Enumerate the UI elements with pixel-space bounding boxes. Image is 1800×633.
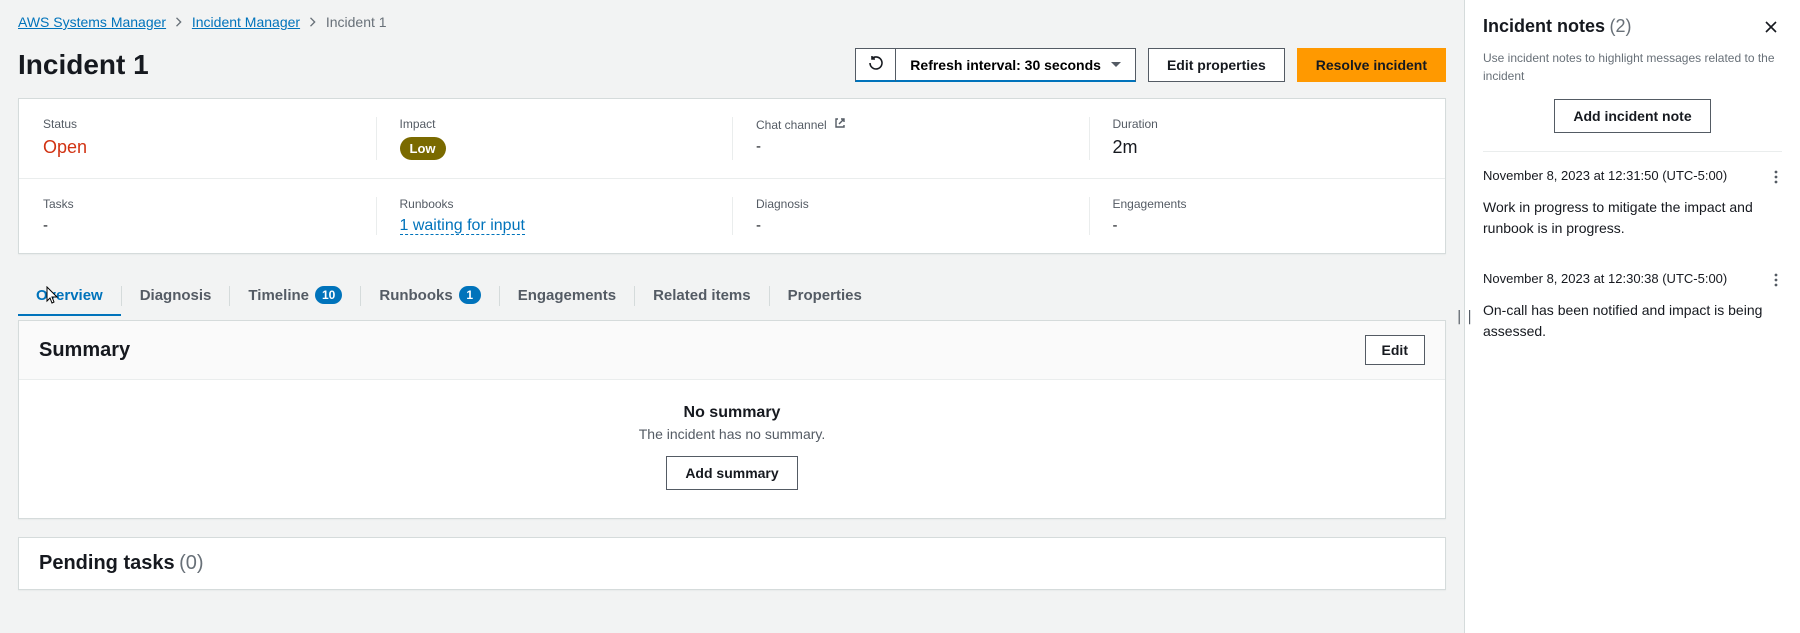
resize-handle[interactable]: || — [1455, 309, 1476, 325]
note-actions-button[interactable] — [1770, 168, 1782, 189]
stat-label: Impact — [400, 117, 709, 131]
refresh-control: Refresh interval: 30 seconds — [855, 48, 1136, 82]
stat-label: Diagnosis — [756, 197, 1065, 211]
stat-value: - — [756, 217, 1065, 234]
refresh-button[interactable] — [855, 48, 895, 82]
stat-diagnosis: Diagnosis - — [732, 179, 1089, 253]
edit-properties-button[interactable]: Edit properties — [1148, 48, 1285, 82]
stat-label: Duration — [1113, 117, 1422, 131]
edit-summary-button[interactable]: Edit — [1365, 335, 1425, 365]
stat-status: Status Open — [19, 99, 376, 178]
tabs: Overview Diagnosis Timeline 10 Runbooks … — [18, 276, 1446, 316]
stat-label: Chat channel — [756, 117, 1065, 132]
stat-label: Engagements — [1113, 197, 1422, 211]
tab-properties[interactable]: Properties — [770, 276, 880, 316]
tab-diagnosis[interactable]: Diagnosis — [122, 276, 230, 316]
resolve-incident-button[interactable]: Resolve incident — [1297, 48, 1446, 82]
incident-notes-title: Incident notes — [1483, 16, 1605, 36]
incident-notes-panel: || Incident notes (2) Use incident notes… — [1464, 0, 1800, 633]
close-icon — [1764, 22, 1778, 37]
stat-engagements: Engagements - — [1089, 179, 1446, 253]
incident-note: November 8, 2023 at 12:30:38 (UTC-5:00) … — [1483, 255, 1782, 358]
runbooks-waiting-link[interactable]: 1 waiting for input — [400, 217, 525, 235]
pending-tasks-card: Pending tasks (0) — [18, 537, 1446, 590]
incident-note-text: Work in progress to mitigate the impact … — [1483, 197, 1782, 239]
refresh-interval-dropdown[interactable]: Refresh interval: 30 seconds — [895, 48, 1136, 82]
no-summary-title: No summary — [39, 404, 1425, 422]
summary-title: Summary — [39, 339, 130, 362]
tab-runbooks[interactable]: Runbooks 1 — [361, 276, 498, 316]
stats-row-1: Status Open Impact Low Chat channel — [19, 99, 1445, 178]
header-actions: Refresh interval: 30 seconds Edit proper… — [855, 48, 1446, 82]
tab-badge: 10 — [315, 286, 342, 304]
close-panel-button[interactable] — [1760, 16, 1782, 41]
breadcrumb-link-systems-manager[interactable]: AWS Systems Manager — [18, 14, 166, 30]
stats-row-2: Tasks - Runbooks 1 waiting for input Dia… — [19, 178, 1445, 253]
pending-tasks-count: (0) — [179, 552, 203, 574]
page-title: Incident 1 — [18, 49, 149, 81]
stat-runbooks: Runbooks 1 waiting for input — [376, 179, 733, 253]
tab-related-items[interactable]: Related items — [635, 276, 769, 316]
incident-notes-description: Use incident notes to highlight messages… — [1483, 49, 1782, 85]
summary-card: Summary Edit No summary The incident has… — [18, 320, 1446, 519]
incident-note-timestamp: November 8, 2023 at 12:30:38 (UTC-5:00) — [1483, 271, 1727, 286]
chevron-right-icon — [304, 14, 322, 30]
breadcrumb-link-incident-manager[interactable]: Incident Manager — [192, 14, 300, 30]
stat-value: - — [43, 217, 352, 234]
stat-value: 2m — [1113, 137, 1422, 158]
tab-overview[interactable]: Overview — [18, 276, 121, 316]
stat-value: Open — [43, 137, 352, 158]
stat-label: Tasks — [43, 197, 352, 211]
impact-badge: Low — [400, 137, 446, 160]
stat-label: Runbooks — [400, 197, 709, 211]
refresh-icon — [868, 55, 884, 74]
incident-notes-count: (2) — [1609, 16, 1631, 36]
stat-value: - — [1113, 217, 1422, 234]
pending-tasks-title: Pending tasks — [39, 552, 175, 574]
stat-chat-channel: Chat channel - — [732, 99, 1089, 178]
caret-down-icon — [1111, 62, 1121, 67]
tab-engagements[interactable]: Engagements — [500, 276, 634, 316]
tab-badge: 1 — [459, 286, 481, 304]
breadcrumb-current: Incident 1 — [326, 14, 387, 30]
breadcrumb: AWS Systems Manager Incident Manager Inc… — [18, 14, 1446, 30]
add-incident-note-button[interactable]: Add incident note — [1554, 99, 1710, 133]
tab-timeline[interactable]: Timeline 10 — [230, 276, 360, 316]
no-summary-subtitle: The incident has no summary. — [39, 426, 1425, 442]
chevron-right-icon — [170, 14, 188, 30]
stat-label: Status — [43, 117, 352, 131]
add-summary-button[interactable]: Add summary — [666, 456, 797, 490]
incident-note-timestamp: November 8, 2023 at 12:31:50 (UTC-5:00) — [1483, 168, 1727, 183]
stat-tasks: Tasks - — [19, 179, 376, 253]
more-vertical-icon — [1774, 275, 1778, 290]
more-vertical-icon — [1774, 172, 1778, 187]
stat-value: - — [756, 138, 1065, 155]
stats-card: Status Open Impact Low Chat channel — [18, 98, 1446, 254]
stat-impact: Impact Low — [376, 99, 733, 178]
external-link-icon — [834, 118, 846, 132]
refresh-interval-label: Refresh interval: 30 seconds — [910, 57, 1101, 73]
incident-note: November 8, 2023 at 12:31:50 (UTC-5:00) … — [1483, 152, 1782, 255]
stat-duration: Duration 2m — [1089, 99, 1446, 178]
note-actions-button[interactable] — [1770, 271, 1782, 292]
incident-note-text: On-call has been notified and impact is … — [1483, 300, 1782, 342]
